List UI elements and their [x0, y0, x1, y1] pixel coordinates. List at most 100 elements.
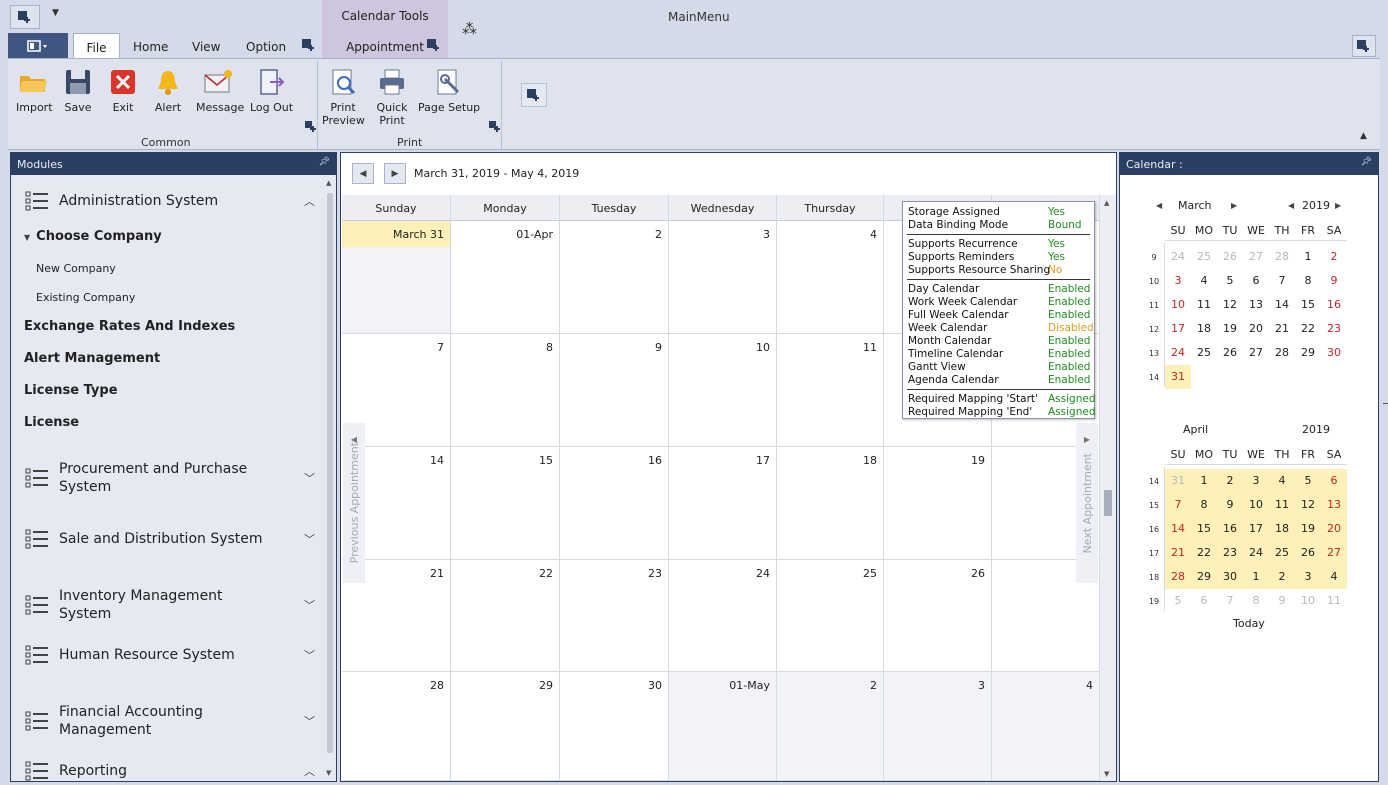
mini-day[interactable]: 8 [1243, 589, 1269, 613]
mini-day[interactable]: 27 [1243, 341, 1269, 365]
save-button[interactable]: Save [63, 67, 93, 114]
mini-day[interactable]: 21 [1269, 317, 1295, 341]
today-button[interactable]: Today [1233, 617, 1265, 630]
mini-day[interactable]: 22 [1295, 317, 1321, 341]
choose-company-item[interactable]: ▼ Choose Company [24, 229, 162, 244]
ribbon-extra-button[interactable] [521, 83, 547, 107]
mini-day[interactable]: 30 [1321, 341, 1347, 365]
mini-day[interactable]: 7 [1269, 269, 1295, 293]
mini-day[interactable]: 18 [1269, 517, 1295, 541]
next-period-button[interactable]: ▶ [384, 163, 406, 184]
module-group-sales[interactable]: Sale and Distribution System ﹀ [25, 529, 315, 549]
modules-scrollbar[interactable]: ▲ ▼ [324, 175, 336, 781]
day-cell[interactable]: 01-May [669, 672, 777, 781]
mini-day[interactable]: 1 [1243, 565, 1269, 589]
exchange-rates-item[interactable]: Exchange Rates And Indexes [24, 319, 235, 334]
mini-day[interactable]: 22 [1191, 541, 1217, 565]
mini-day[interactable]: 6 [1321, 469, 1347, 493]
previous-period-button[interactable]: ◀ [352, 163, 374, 184]
day-cell[interactable]: 28 [342, 672, 451, 781]
mini-day[interactable]: 1 [1295, 245, 1321, 269]
tab-home[interactable]: Home [133, 33, 168, 58]
mini-day[interactable]: 5 [1165, 589, 1191, 613]
chevron-up-icon[interactable]: ︿ [304, 763, 315, 779]
day-cell[interactable]: 17 [669, 447, 777, 560]
next-month-icon[interactable]: ▶ [1231, 201, 1237, 210]
print-preview-button[interactable]: Print Preview [322, 67, 365, 127]
scroll-down-icon[interactable]: ▼ [1104, 770, 1109, 778]
day-cell[interactable]: 9 [560, 334, 669, 447]
module-group-financial[interactable]: Financial Accounting Management ﹀ [25, 703, 315, 739]
mini-day[interactable]: 4 [1269, 469, 1295, 493]
quick-access-dropdown-icon[interactable]: ▼ [52, 8, 59, 18]
day-cell[interactable]: March 31 [342, 221, 451, 334]
mini-day[interactable]: 31 [1165, 365, 1191, 389]
mini-day[interactable]: 19 [1295, 517, 1321, 541]
module-group-reporting[interactable]: Reporting ︿ [25, 761, 315, 781]
mini-day[interactable]: 26 [1217, 341, 1243, 365]
day-cell[interactable]: 3 [669, 221, 777, 334]
mini-day[interactable]: 25 [1191, 341, 1217, 365]
pin-icon[interactable]: 📌︎ [319, 157, 330, 167]
day-cell[interactable]: 19 [884, 447, 992, 560]
mini-day[interactable]: 9 [1321, 269, 1347, 293]
mini-day[interactable]: 2 [1321, 245, 1347, 269]
day-cell[interactable]: 01-Apr [451, 221, 560, 334]
tab-pin-button[interactable] [298, 35, 320, 55]
day-cell[interactable]: 23 [560, 560, 669, 672]
mini-day[interactable]: 10 [1165, 293, 1191, 317]
mini-day[interactable]: 6 [1243, 269, 1269, 293]
mini-day[interactable]: 3 [1295, 565, 1321, 589]
mini-day[interactable]: 27 [1321, 541, 1347, 565]
day-cell[interactable]: 29 [451, 672, 560, 781]
mini-day[interactable]: 2 [1217, 469, 1243, 493]
mini-day[interactable]: 11 [1321, 589, 1347, 613]
mini-day[interactable]: 3 [1165, 269, 1191, 293]
quick-print-button[interactable]: Quick Print [374, 67, 410, 127]
mini-day[interactable]: 19 [1217, 317, 1243, 341]
tab-pin-button[interactable] [423, 35, 445, 55]
page-setup-button[interactable]: Page Setup [418, 67, 480, 114]
mini-day[interactable]: 1 [1191, 469, 1217, 493]
next-appointment-button[interactable]: ▶ Next Appointment [1076, 423, 1098, 583]
mini-day[interactable]: 12 [1217, 293, 1243, 317]
mini-day[interactable]: 26 [1295, 541, 1321, 565]
mini-day[interactable]: 23 [1217, 541, 1243, 565]
group-options-button[interactable] [484, 117, 506, 137]
day-cell[interactable]: 26 [884, 560, 992, 672]
chevron-down-icon[interactable]: ﹀ [304, 647, 315, 663]
mini-day[interactable]: 9 [1217, 493, 1243, 517]
day-cell[interactable]: 3 [884, 672, 992, 781]
chevron-down-icon[interactable]: ﹀ [304, 531, 315, 547]
mini-day[interactable]: 9 [1269, 589, 1295, 613]
alert-button[interactable]: Alert [153, 67, 183, 114]
mini-day[interactable]: 29 [1191, 565, 1217, 589]
module-group-administration[interactable]: Administration System ︿ [25, 191, 315, 211]
mini-day[interactable]: 5 [1217, 269, 1243, 293]
scrollbar-thumb[interactable] [327, 193, 333, 753]
mini-day[interactable]: 13 [1321, 493, 1347, 517]
mini-day[interactable]: 14 [1269, 293, 1295, 317]
mini-day[interactable]: 4 [1321, 565, 1347, 589]
day-cell[interactable]: 8 [451, 334, 560, 447]
import-button[interactable]: Import [16, 67, 53, 114]
mini-day[interactable]: 12 [1295, 493, 1321, 517]
logout-button[interactable]: Log Out [250, 67, 293, 114]
prev-year-icon[interactable]: ◀ [1288, 201, 1294, 210]
module-group-inventory[interactable]: Inventory Management System ﹀ [25, 587, 315, 623]
mini-day[interactable]: 24 [1165, 245, 1191, 269]
day-cell[interactable]: 4 [777, 221, 884, 334]
chevron-up-icon[interactable]: ︿ [304, 193, 315, 209]
scheduler-scrollbar[interactable]: ▲ ▼ [1100, 195, 1116, 781]
license-item[interactable]: License [24, 415, 79, 430]
tab-view[interactable]: View [192, 33, 220, 58]
mini-day[interactable]: 6 [1191, 589, 1217, 613]
exit-button[interactable]: Exit [108, 67, 138, 114]
mini-day[interactable]: 24 [1243, 541, 1269, 565]
mini-day[interactable]: 15 [1191, 517, 1217, 541]
day-cell[interactable]: 2 [560, 221, 669, 334]
mini-day[interactable]: 24 [1165, 341, 1191, 365]
day-cell[interactable]: 15 [451, 447, 560, 560]
mini-day[interactable]: 16 [1321, 293, 1347, 317]
new-company-item[interactable]: New Company [36, 262, 116, 275]
